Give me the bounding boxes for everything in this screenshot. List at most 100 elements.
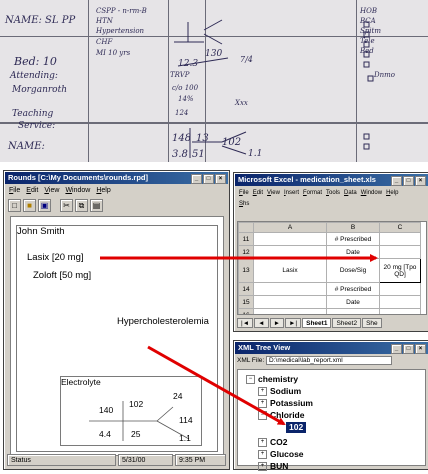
cell[interactable] <box>253 308 327 314</box>
tree-node-chloride[interactable]: − Chloride <box>258 410 304 421</box>
close-icon[interactable]: × <box>415 176 426 186</box>
tab-sheet2[interactable]: Sheet2 <box>332 318 362 328</box>
close-icon[interactable]: × <box>215 174 226 184</box>
menu-edit[interactable]: Edit <box>26 186 38 196</box>
cell-dose-sig[interactable]: 20 mg [Tpo QD] <box>379 258 421 283</box>
cell[interactable] <box>379 245 421 259</box>
collapse-icon[interactable]: − <box>246 375 255 385</box>
excel-titlebar[interactable]: Microsoft Excel - medication_sheet.xls _… <box>235 174 428 186</box>
menu-data[interactable]: Data <box>344 188 357 198</box>
cell[interactable] <box>379 308 421 314</box>
glucose-value[interactable]: 114 <box>179 415 193 425</box>
selected-chloride-value[interactable]: 102 <box>286 422 307 433</box>
expand-icon[interactable]: + <box>258 450 267 460</box>
column-header-a[interactable]: A <box>253 222 327 233</box>
co2-value[interactable]: 25 <box>131 429 140 439</box>
cell[interactable]: Date <box>326 295 380 309</box>
new-icon[interactable]: □ <box>8 199 21 212</box>
minimize-icon[interactable]: _ <box>191 174 202 184</box>
cell[interactable] <box>379 282 421 296</box>
menu-format[interactable]: Format <box>303 188 322 198</box>
sheet-nav-last[interactable]: ►| <box>285 318 302 328</box>
menu-window[interactable]: Window <box>65 186 90 196</box>
corner-cell[interactable] <box>238 222 254 233</box>
copy-icon[interactable]: ⧉ <box>75 199 88 212</box>
column-header-b[interactable]: B <box>326 222 380 233</box>
tree-node-co2[interactable]: + CO2 <box>258 437 287 448</box>
xml-tree-window: XML Tree View _ □ × XML File: D:\medical… <box>233 340 428 472</box>
creatinine-value[interactable]: 1.1 <box>179 433 191 443</box>
medication-lasix[interactable]: Lasix [20 mg] <box>27 252 84 263</box>
patient-card[interactable]: John Smith Lasix [20 mg] Zoloft [50 mg] … <box>16 225 218 452</box>
sheet-nav-next[interactable]: ► <box>269 318 284 328</box>
diagnosis[interactable]: Hypercholesterolemia <box>117 316 209 327</box>
cut-icon[interactable]: ✂ <box>60 199 73 212</box>
cell[interactable] <box>253 232 327 246</box>
tree-node-chemistry[interactable]: − chemistry <box>246 374 298 385</box>
medication-zoloft[interactable]: Zoloft [50 mg] <box>33 270 91 281</box>
tab-sheet1[interactable]: Sheet1 <box>302 318 332 328</box>
sheet-nav-prev[interactable]: ◄ <box>254 318 269 328</box>
cell[interactable] <box>379 232 421 246</box>
xml-file-input[interactable]: D:\medical\lab_report.xml <box>266 356 393 365</box>
expand-icon[interactable]: + <box>258 387 267 397</box>
sheet-nav-first[interactable]: |◄ <box>237 318 254 328</box>
menu-tools[interactable]: Tools <box>326 188 340 198</box>
minimize-icon[interactable]: _ <box>391 344 402 354</box>
tree-node-glucose[interactable]: + Glucose <box>258 449 304 460</box>
spreadsheet-grid[interactable]: A B C 11 # Prescribed 12 Date 13 Lasix D… <box>237 221 427 315</box>
maximize-icon[interactable]: □ <box>403 176 414 186</box>
row-header[interactable]: 14 <box>238 282 254 296</box>
maximize-icon[interactable]: □ <box>403 344 414 354</box>
menu-help[interactable]: Help <box>96 186 110 196</box>
paste-icon[interactable]: ▤ <box>90 199 103 212</box>
sodium-value[interactable]: 140 <box>99 405 113 415</box>
expand-icon[interactable]: + <box>258 399 267 409</box>
xml-titlebar[interactable]: XML Tree View _ □ × <box>235 342 428 354</box>
tree-node-sodium[interactable]: + Sodium <box>258 386 301 397</box>
collapse-icon[interactable]: − <box>258 411 267 421</box>
save-icon[interactable]: ▣ <box>38 199 51 212</box>
column-header-c[interactable]: C <box>379 222 421 233</box>
close-icon[interactable]: × <box>415 344 426 354</box>
cell[interactable]: Dose/Sig <box>326 258 380 283</box>
menu-view[interactable]: View <box>267 188 280 198</box>
maximize-icon[interactable]: □ <box>203 174 214 184</box>
chloride-value[interactable]: 102 <box>129 399 143 409</box>
menu-file[interactable]: File <box>9 186 20 196</box>
cell[interactable]: # Prescribed <box>326 282 380 296</box>
bun-value[interactable]: 24 <box>173 391 182 401</box>
cell[interactable] <box>253 295 327 309</box>
cell[interactable] <box>253 245 327 259</box>
row-header[interactable]: 12 <box>238 245 254 259</box>
excel-toolbar-label[interactable]: Shs <box>239 199 249 209</box>
menu-window[interactable]: Window <box>361 188 382 198</box>
minimize-icon[interactable]: _ <box>391 176 402 186</box>
menu-insert[interactable]: Insert <box>284 188 299 198</box>
menu-help[interactable]: Help <box>386 188 398 198</box>
tree-node-bun[interactable]: + BUN <box>258 461 288 472</box>
menu-view[interactable]: View <box>44 186 59 196</box>
rounds-titlebar[interactable]: Rounds [C:\My Documents\rounds.rpd] _ □ … <box>5 172 228 184</box>
cell[interactable]: Date <box>326 245 380 259</box>
cell[interactable] <box>253 282 327 296</box>
row-header[interactable]: 16 <box>238 308 254 314</box>
tab-sheet3[interactable]: She <box>362 318 382 328</box>
expand-icon[interactable]: + <box>258 438 267 448</box>
menu-edit[interactable]: Edit <box>253 188 263 198</box>
excel-menubar: File Edit View Insert Format Tools Data … <box>236 188 427 198</box>
row-header[interactable]: 15 <box>238 295 254 309</box>
cell[interactable] <box>379 295 421 309</box>
potassium-value[interactable]: 4.4 <box>99 429 111 439</box>
cell[interactable] <box>326 308 380 314</box>
tree-node-label: Potassium <box>270 398 313 408</box>
cell[interactable]: # Prescribed <box>326 232 380 246</box>
row-header[interactable]: 13 <box>238 258 254 283</box>
menu-file[interactable]: File <box>239 188 249 198</box>
open-icon[interactable]: ■ <box>23 199 36 212</box>
row-header[interactable]: 11 <box>238 232 254 246</box>
electrolyte-panel[interactable]: Electrolyte 140 102 24 114 4.4 25 1.1 <box>60 376 202 446</box>
tree-node-potassium[interactable]: + Potassium <box>258 398 313 409</box>
expand-icon[interactable]: + <box>258 462 267 472</box>
cell-drug-name[interactable]: Lasix <box>253 258 327 283</box>
